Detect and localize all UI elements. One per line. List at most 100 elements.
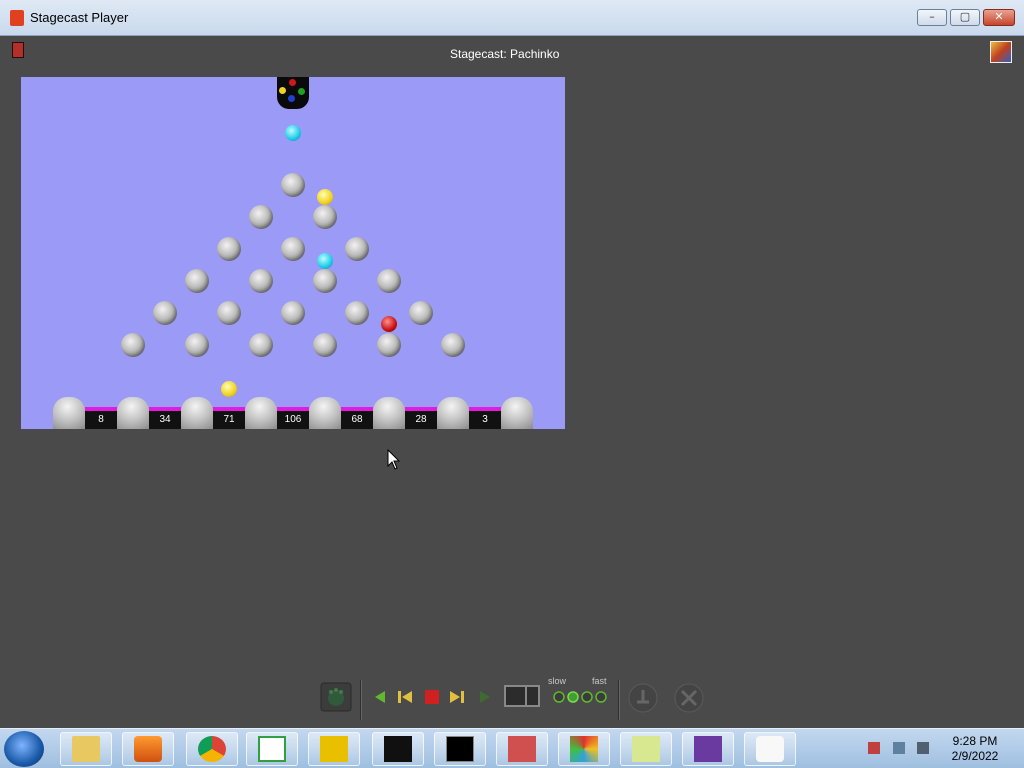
mouse-cursor-icon (387, 449, 401, 470)
ball-dispenser (277, 77, 309, 109)
taskbar-chrome[interactable] (186, 732, 238, 766)
peg (249, 269, 273, 293)
bin-counter: 71 (213, 407, 245, 429)
minimize-button[interactable]: – (917, 9, 947, 26)
peg (345, 237, 369, 261)
chrome-icon (198, 736, 226, 762)
bin-count: 71 (223, 414, 235, 425)
tools-icon[interactable] (674, 683, 704, 713)
speed-slider[interactable] (552, 690, 610, 704)
peg (249, 205, 273, 229)
separator (360, 680, 362, 720)
taskbar-grid-app[interactable] (496, 732, 548, 766)
pachinko-stage[interactable]: 8 34 71 106 68 28 3 (21, 77, 565, 429)
network-icon[interactable] (893, 742, 905, 754)
peg (281, 301, 305, 325)
taskbar-java[interactable] (744, 732, 796, 766)
step-forward-icon[interactable] (448, 689, 466, 705)
peg (441, 333, 465, 357)
file-explorer-icon (72, 736, 100, 762)
bin-divider (501, 397, 533, 429)
clock-time: 9:28 PM (952, 734, 998, 748)
peg (153, 301, 177, 325)
java-icon (756, 736, 784, 762)
window-title: Stagecast Player (30, 10, 129, 25)
java-app-icon (10, 10, 24, 26)
bin-counter: 34 (149, 407, 181, 429)
taskbar-terminal[interactable] (434, 732, 486, 766)
stop-icon[interactable] (424, 689, 440, 705)
bin-divider (181, 397, 213, 429)
rewind-icon[interactable] (396, 689, 414, 705)
oscilloscope-icon (384, 736, 412, 762)
puzzle-app-icon (570, 736, 598, 762)
bin-count: 28 (415, 414, 427, 425)
creature-icon[interactable] (320, 682, 352, 712)
sticky-notes-icon (632, 736, 660, 762)
bin-divider (117, 397, 149, 429)
peg (377, 333, 401, 357)
stagecast-logo-icon[interactable] (990, 41, 1012, 63)
red-ball-icon (289, 79, 296, 86)
slow-label: slow (548, 676, 567, 686)
blue-ball-icon (288, 95, 295, 102)
step-back-icon[interactable] (372, 689, 388, 705)
peg (249, 333, 273, 357)
bin-divider (309, 397, 341, 429)
playback-controls: slow fast (318, 676, 718, 720)
bin-divider (373, 397, 405, 429)
help-book-icon (694, 736, 722, 762)
peg (185, 269, 209, 293)
play-icon[interactable] (478, 689, 492, 705)
bin-count: 106 (284, 414, 302, 425)
taskbar-file-explorer[interactable] (60, 732, 112, 766)
flag-icon[interactable] (868, 742, 880, 754)
system-clock[interactable]: 9:28 PM 2/9/2022 (940, 734, 1010, 764)
maximize-button[interactable]: ▢ (950, 9, 980, 26)
peg (217, 301, 241, 325)
taskbar-puzzle-app[interactable] (558, 732, 610, 766)
close-button[interactable]: ✕ (983, 9, 1015, 26)
bin-counter: 3 (469, 407, 501, 429)
taskbar-x-app[interactable] (308, 732, 360, 766)
stage-view-icon[interactable] (504, 685, 540, 707)
peg (185, 333, 209, 357)
bin-counter: 28 (405, 407, 437, 429)
media-player-icon (134, 736, 162, 762)
peg (281, 237, 305, 261)
bin-count: 34 (159, 414, 171, 425)
peg (217, 237, 241, 261)
peg (281, 173, 305, 197)
clock-date: 2/9/2022 (951, 749, 999, 763)
bunny-app-icon (258, 736, 286, 762)
peg (345, 301, 369, 325)
start-button[interactable] (4, 731, 44, 767)
peg (377, 269, 401, 293)
bin-count: 8 (98, 414, 104, 425)
taskbar-help-book[interactable] (682, 732, 734, 766)
peg (121, 333, 145, 357)
bin-count: 68 (351, 414, 363, 425)
fast-label: fast (592, 676, 607, 686)
taskbar-media-player[interactable] (122, 732, 174, 766)
volume-icon[interactable] (917, 742, 929, 754)
bin-counter: 8 (85, 407, 117, 429)
yellow-ball-icon (279, 87, 286, 94)
window-title-bar[interactable]: Stagecast Player – ▢ ✕ (0, 0, 1024, 36)
yellow-ball (221, 381, 237, 397)
taskbar-oscilloscope[interactable] (372, 732, 424, 766)
bin-count: 3 (482, 414, 488, 425)
red-ball (381, 316, 397, 332)
taskbar-sticky-notes[interactable] (620, 732, 672, 766)
yellow-ball (317, 189, 333, 205)
peg (313, 269, 337, 293)
bin-divider (245, 397, 277, 429)
upload-icon[interactable] (628, 683, 658, 713)
terminal-icon (446, 736, 474, 762)
taskbar-bunny-app[interactable] (246, 732, 298, 766)
player-area: Stagecast: Pachinko 8 34 71 106 68 28 3 … (0, 36, 1024, 728)
taskbar: 9:28 PM 2/9/2022 (0, 728, 1024, 768)
x-app-icon (320, 736, 348, 762)
book-icon[interactable] (12, 42, 24, 58)
bin-counter: 68 (341, 407, 373, 429)
